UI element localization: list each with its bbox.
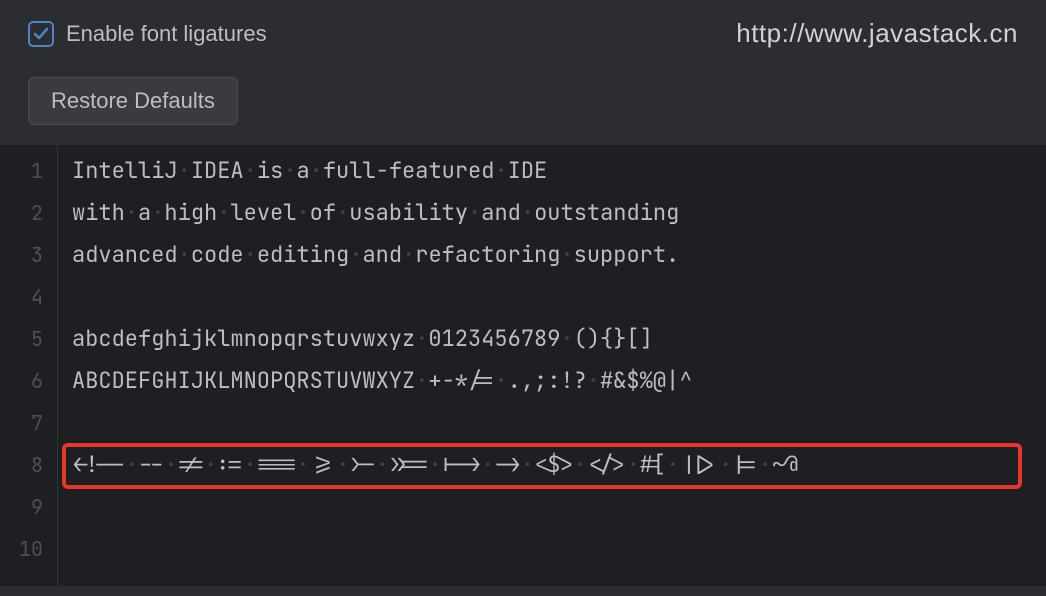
watermark-url: http://www.javastack.cn <box>736 18 1018 49</box>
ligatures-checkbox-wrap: Enable font ligatures <box>28 21 267 47</box>
code-line: advanced·code·editing·and·refactoring·su… <box>72 234 1032 276</box>
line-number: 6 <box>10 360 43 402</box>
settings-header: Enable font ligatures http://www.javasta… <box>0 0 1046 146</box>
line-number: 5 <box>10 318 43 360</box>
code-line <box>72 402 1032 444</box>
code-line <box>72 486 1032 528</box>
line-number: 4 <box>10 276 43 318</box>
restore-defaults-button[interactable]: Restore Defaults <box>28 77 238 125</box>
code-line <box>72 528 1032 570</box>
checkmark-icon <box>33 26 49 42</box>
ligatures-checkbox-label: Enable font ligatures <box>66 21 267 47</box>
code-line: IntelliJ·IDEA·is·a·full-featured·IDE <box>72 150 1032 192</box>
code-line: with·a·high·level·of·usability·and·outst… <box>72 192 1032 234</box>
line-number: 2 <box>10 192 43 234</box>
line-number: 7 <box>10 402 43 444</box>
line-number: 8 <box>10 444 43 486</box>
header-row: Enable font ligatures http://www.javasta… <box>28 18 1018 49</box>
line-number: 3 <box>10 234 43 276</box>
code-line: abcdefghijklmnopqrstuvwxyz·0123456789·()… <box>72 318 1032 360</box>
line-number: 10 <box>10 528 43 570</box>
line-number-gutter: 12345678910 <box>0 146 58 586</box>
line-number: 1 <box>10 150 43 192</box>
code-line: <!--·--·!=·:=·===·>=·>-·>>=·|->·->·<$>·<… <box>72 444 1032 486</box>
code-line: ABCDEFGHIJKLMNOPQRSTUVWXYZ·+-*/=·.,;:!?·… <box>72 360 1032 402</box>
code-line <box>72 276 1032 318</box>
code-area: IntelliJ·IDEA·is·a·full-featured·IDEwith… <box>58 146 1046 586</box>
line-number: 9 <box>10 486 43 528</box>
font-preview-editor: 12345678910 IntelliJ·IDEA·is·a·full-feat… <box>0 146 1046 586</box>
ligatures-checkbox[interactable] <box>28 21 54 47</box>
